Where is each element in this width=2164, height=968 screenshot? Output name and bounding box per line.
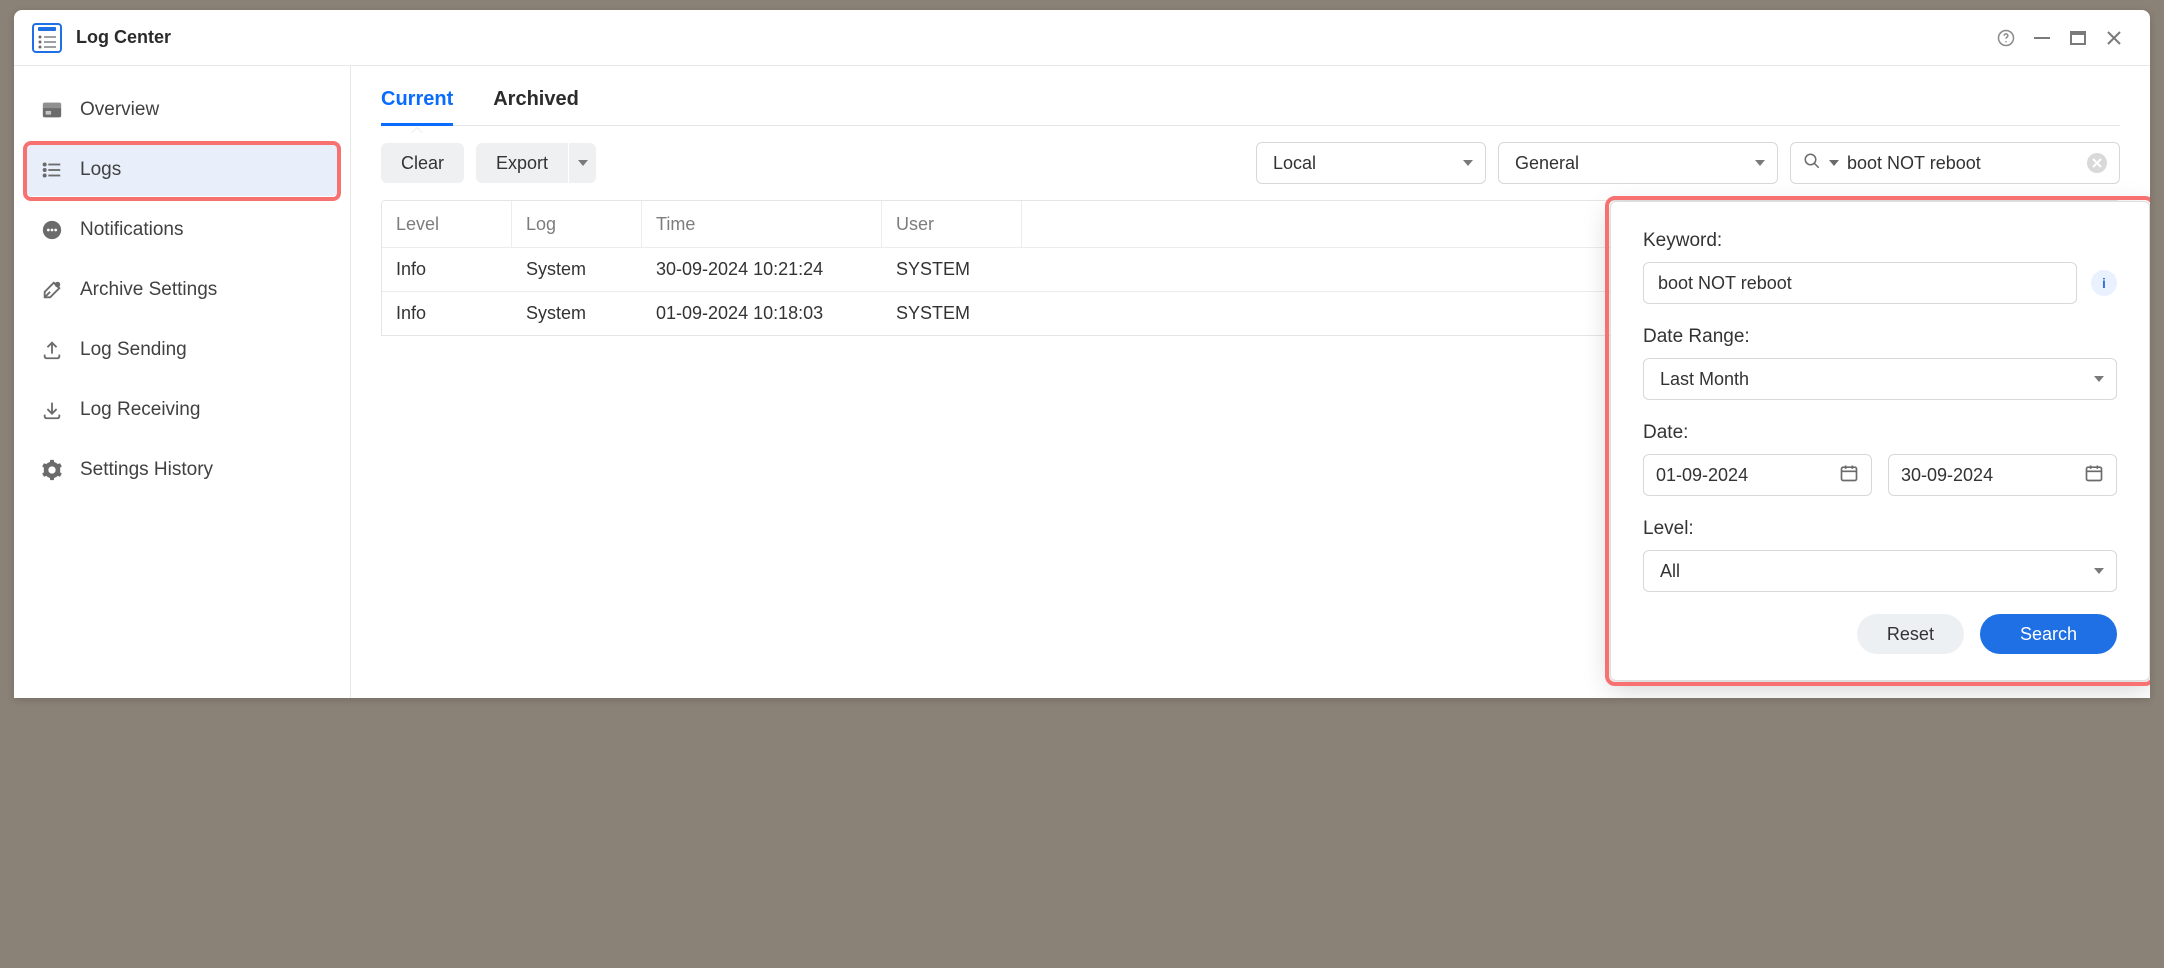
tab-current[interactable]: Current xyxy=(381,84,453,125)
sidebar-item-log-receiving[interactable]: Log Receiving xyxy=(26,384,338,436)
app-icon xyxy=(32,23,62,53)
list-icon xyxy=(40,158,64,182)
date-from-value: 01-09-2024 xyxy=(1656,465,1748,486)
chevron-down-icon xyxy=(1829,160,1839,166)
export-button[interactable]: Export xyxy=(476,143,568,183)
sidebar-item-label: Overview xyxy=(80,99,159,121)
search-box[interactable] xyxy=(1790,142,2120,184)
col-user[interactable]: User xyxy=(882,201,1022,247)
upload-icon xyxy=(40,338,64,362)
sidebar-item-label: Archive Settings xyxy=(80,279,217,301)
date-label: Date: xyxy=(1643,422,2117,444)
calendar-icon xyxy=(1839,463,1859,488)
sidebar: Overview Logs Notifications xyxy=(14,66,351,698)
cell-user: SYSTEM xyxy=(882,259,1022,280)
toolbar: Clear Export Local General xyxy=(381,126,2120,200)
clear-search-icon[interactable] xyxy=(2087,153,2107,173)
chevron-down-icon xyxy=(1463,160,1473,166)
source-selected: Local xyxy=(1273,153,1316,174)
chevron-down-icon xyxy=(2094,568,2104,574)
tools-icon xyxy=(40,278,64,302)
search-button[interactable]: Search xyxy=(1980,614,2117,654)
cell-user: SYSTEM xyxy=(882,303,1022,324)
keyword-input[interactable] xyxy=(1643,262,2077,304)
tab-archived[interactable]: Archived xyxy=(493,84,579,125)
sidebar-item-label: Log Sending xyxy=(80,339,187,361)
advanced-search-popover: Keyword: i Date Range: Last Month Date: xyxy=(1610,201,2150,681)
sidebar-item-label: Logs xyxy=(80,159,121,181)
titlebar: Log Center xyxy=(14,10,2150,66)
sidebar-item-archive-settings[interactable]: Archive Settings xyxy=(26,264,338,316)
sidebar-item-logs[interactable]: Logs xyxy=(26,144,338,196)
col-log[interactable]: Log xyxy=(512,201,642,247)
category-dropdown[interactable]: General xyxy=(1498,142,1778,184)
minimize-button[interactable] xyxy=(2024,20,2060,56)
col-time[interactable]: Time xyxy=(642,201,882,247)
date-range-dropdown[interactable]: Last Month xyxy=(1643,358,2117,400)
download-icon xyxy=(40,398,64,422)
level-label: Level: xyxy=(1643,518,2117,540)
search-input[interactable] xyxy=(1847,153,2079,174)
chevron-down-icon xyxy=(578,160,588,166)
maximize-button[interactable] xyxy=(2060,20,2096,56)
cell-level: Info xyxy=(382,303,512,324)
sidebar-item-notifications[interactable]: Notifications xyxy=(26,204,338,256)
date-from-input[interactable]: 01-09-2024 xyxy=(1643,454,1872,496)
date-range-label: Date Range: xyxy=(1643,326,2117,348)
close-button[interactable] xyxy=(2096,20,2132,56)
app-window: Log Center Overview xyxy=(14,10,2150,698)
overview-icon xyxy=(40,98,64,122)
date-to-value: 30-09-2024 xyxy=(1901,465,1993,486)
cell-level: Info xyxy=(382,259,512,280)
notifications-icon xyxy=(40,218,64,242)
app-title: Log Center xyxy=(76,27,171,48)
chevron-down-icon xyxy=(1755,160,1765,166)
date-to-input[interactable]: 30-09-2024 xyxy=(1888,454,2117,496)
main-panel: Current Archived Clear Export Local Gene… xyxy=(351,66,2150,698)
info-icon[interactable]: i xyxy=(2091,270,2117,296)
cell-log: System xyxy=(512,259,642,280)
sidebar-item-settings-history[interactable]: Settings History xyxy=(26,444,338,496)
sidebar-item-label: Log Receiving xyxy=(80,399,200,421)
search-icon xyxy=(1803,152,1821,175)
level-value: All xyxy=(1660,561,1680,582)
date-range-value: Last Month xyxy=(1660,369,1749,390)
gear-icon xyxy=(40,458,64,482)
col-level[interactable]: Level xyxy=(382,201,512,247)
calendar-icon xyxy=(2084,463,2104,488)
chevron-down-icon xyxy=(2094,376,2104,382)
export-caret[interactable] xyxy=(568,143,596,183)
sidebar-item-label: Settings History xyxy=(80,459,213,481)
sidebar-item-log-sending[interactable]: Log Sending xyxy=(26,324,338,376)
cell-log: System xyxy=(512,303,642,324)
sidebar-item-label: Notifications xyxy=(80,219,184,241)
reset-button[interactable]: Reset xyxy=(1857,614,1964,654)
source-dropdown[interactable]: Local xyxy=(1256,142,1486,184)
category-selected: General xyxy=(1515,153,1579,174)
cell-time: 01-09-2024 10:18:03 xyxy=(642,303,882,324)
help-button[interactable] xyxy=(1988,20,2024,56)
export-split-button: Export xyxy=(476,143,596,183)
cell-time: 30-09-2024 10:21:24 xyxy=(642,259,882,280)
sidebar-item-overview[interactable]: Overview xyxy=(26,84,338,136)
level-dropdown[interactable]: All xyxy=(1643,550,2117,592)
clear-button[interactable]: Clear xyxy=(381,143,464,183)
keyword-label: Keyword: xyxy=(1643,230,2117,252)
tab-bar: Current Archived xyxy=(381,84,2120,126)
